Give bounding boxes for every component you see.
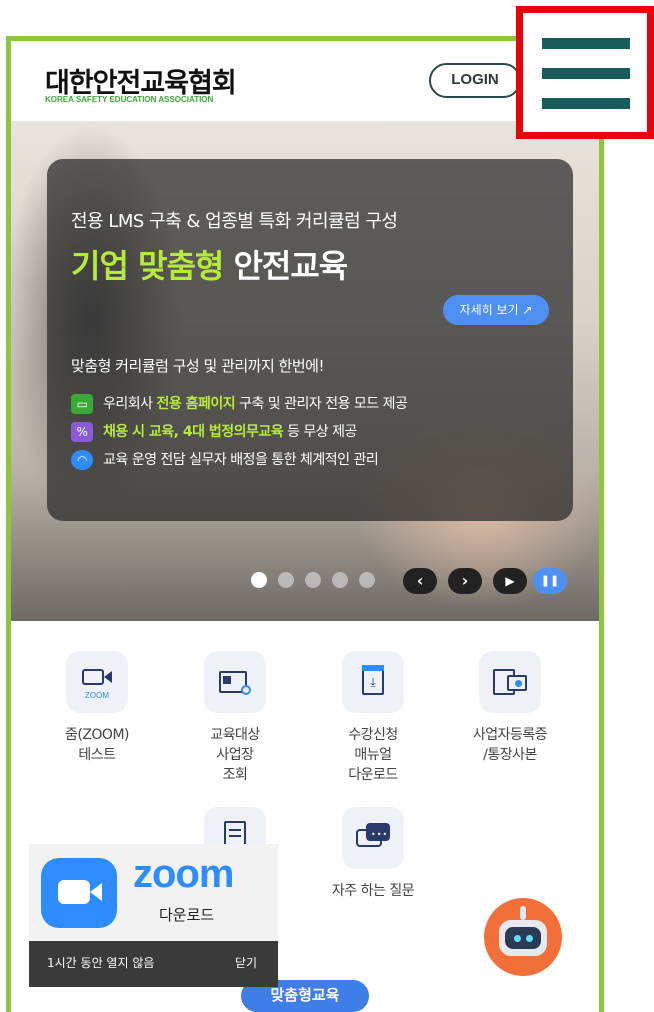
chat-icon: •••	[342, 807, 404, 869]
camera-icon-lens	[90, 883, 102, 901]
headset-icon: ◠	[71, 450, 93, 470]
zoom-wordmark[interactable]: zoom	[133, 852, 234, 897]
feature-text: 교육 운영 전담 실무자 배정을 통한 체계적인 관리	[103, 452, 379, 468]
hero-subtitle: 전용 LMS 구축 & 업종별 특화 커리큘럼 구성	[71, 211, 398, 232]
antenna	[520, 906, 526, 920]
feature-item: ▭ 우리회사 전용 홈페이지 구축 및 관리자 전용 모드 제공	[71, 393, 408, 415]
quick-menu-label: 자주 하는 질문	[331, 883, 415, 899]
feature-text: 등 무상 제공	[283, 424, 357, 440]
login-button[interactable]: LOGIN	[429, 63, 521, 98]
feature-item: % 채용 시 교육, 4대 법정의무교육 등 무상 제공	[71, 421, 357, 443]
hamburger-menu-icon[interactable]	[516, 6, 654, 139]
slide-dot[interactable]	[359, 572, 375, 588]
feature-bold: 채용 시 교육, 4대 법정의무교육	[103, 424, 284, 440]
quick-menu-manual-download[interactable]: ⤓ 수강신청 매뉴얼 다운로드	[308, 651, 438, 785]
quick-menu-registration[interactable]: 사업자등록증 /통장사본	[445, 651, 575, 765]
pause-button[interactable]: ❚❚	[533, 568, 567, 594]
feature-text: 구축 및 관리자 전용 모드 제공	[235, 396, 408, 412]
camera-icon	[58, 880, 90, 904]
zoom-popup-footer: 1시간 동안 열지 않음 닫기	[29, 941, 278, 987]
quick-menu-label: 줌(ZOOM) 테스트	[64, 727, 130, 763]
robot-face	[499, 920, 547, 956]
close-popup-button[interactable]: 닫기	[235, 954, 257, 971]
hero-description: 맞춤형 커리큘럼 구성 및 관리까지 한번에!	[71, 357, 324, 375]
hero-title: 기업 맞춤형 안전교육	[71, 241, 348, 287]
id-card-icon	[479, 651, 541, 713]
feature-text: 우리회사	[103, 396, 157, 412]
robot-screen	[505, 927, 541, 949]
site-logo-english: KOREA SAFETY EDUCATION ASSOCIATION	[45, 95, 214, 104]
next-slide-button[interactable]: ›	[448, 568, 482, 594]
slide-dot[interactable]	[251, 572, 267, 588]
play-button[interactable]: ▶	[493, 568, 527, 594]
zoom-popup: zoom 다운로드 1시간 동안 열지 않음 닫기	[29, 844, 278, 987]
quick-menu-faq[interactable]: ••• 자주 하는 질문	[308, 807, 438, 901]
quick-menu-label: 수강신청 매뉴얼 다운로드	[348, 727, 398, 783]
menu-bar	[542, 98, 630, 109]
business-search-icon	[204, 651, 266, 713]
quick-menu-zoom-test[interactable]: ZOOM 줌(ZOOM) 테스트	[32, 651, 162, 765]
robot-eye	[514, 935, 521, 942]
slide-dot[interactable]	[332, 572, 348, 588]
quick-menu-business-search[interactable]: 교육대상 사업장 조회	[170, 651, 300, 785]
hero-title-highlight: 기업 맞춤형	[71, 247, 224, 285]
slide-dot[interactable]	[278, 572, 294, 588]
monitor-icon: ▭	[71, 394, 93, 414]
quick-menu-label: 사업자등록증 /통장사본	[472, 727, 548, 763]
zoom-icon: ZOOM	[66, 651, 128, 713]
zoom-download-link[interactable]: 다운로드	[159, 904, 214, 925]
slide-dot[interactable]	[305, 572, 321, 588]
site-header: 대한안전교육협회 KOREA SAFETY EDUCATION ASSOCIAT…	[11, 41, 599, 121]
feature-bold: 전용 홈페이지	[156, 396, 236, 412]
percent-icon: %	[71, 422, 93, 442]
robot-eye	[526, 935, 533, 942]
prev-slide-button[interactable]: ‹	[403, 568, 437, 594]
quick-menu-label: 교육대상 사업장 조회	[210, 727, 260, 783]
hero-title-rest: 안전교육	[223, 247, 348, 285]
menu-bar	[542, 68, 630, 79]
hero-banner: 전용 LMS 구축 & 업종별 특화 커리큘럼 구성 기업 맞춤형 안전교육 자…	[11, 121, 599, 621]
menu-bar	[542, 38, 630, 49]
zoom-logo-icon[interactable]	[41, 858, 117, 928]
hero-card: 전용 LMS 구축 & 업종별 특화 커리큘럼 구성 기업 맞춤형 안전교육 자…	[47, 159, 573, 521]
detail-button[interactable]: 자세히 보기 ↗	[443, 295, 549, 325]
feature-item: ◠ 교육 운영 전담 실무자 배정을 통한 체계적인 관리	[71, 449, 379, 471]
robot-chatbot-icon[interactable]	[484, 898, 562, 976]
download-manual-icon: ⤓	[342, 651, 404, 713]
hide-for-hour-button[interactable]: 1시간 동안 열지 않음	[47, 954, 154, 971]
